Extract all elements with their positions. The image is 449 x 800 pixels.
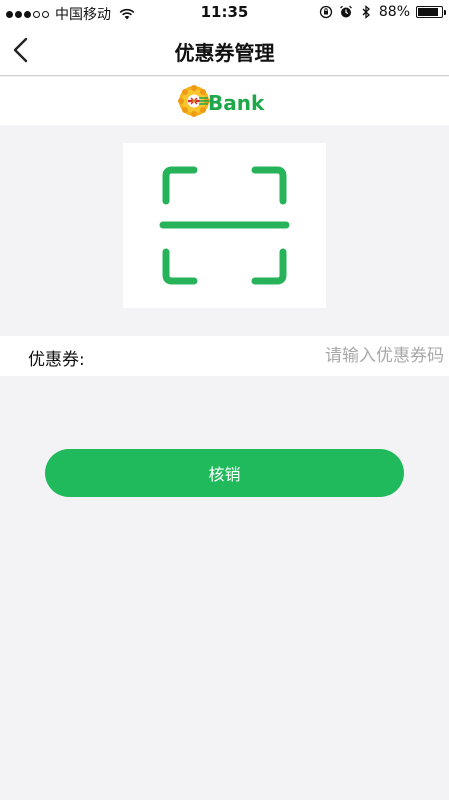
logo-text: Bank (208, 91, 265, 115)
coupon-label: 优惠券: (28, 350, 85, 370)
battery-percent: 88% (378, 4, 410, 20)
battery-icon (416, 6, 446, 18)
logo-banner: Bank (0, 77, 449, 125)
battery-level (418, 8, 439, 16)
coupon-input-row: 优惠券: (0, 336, 449, 376)
navigation-bar: 优惠券管理 (0, 24, 449, 76)
verify-button[interactable]: 核销 (45, 449, 404, 497)
page-title: 优惠券管理 (174, 41, 275, 65)
bluetooth-icon (362, 5, 370, 19)
status-bar: 中国移动 11:35 88% (0, 0, 449, 24)
status-right: 88% (319, 4, 446, 20)
alarm-icon (339, 5, 352, 18)
scan-icon (159, 166, 290, 285)
scan-button[interactable] (123, 143, 326, 308)
bank-logo: Bank (178, 85, 265, 117)
orientation-lock-icon (319, 5, 333, 19)
coupon-code-input[interactable] (110, 336, 446, 376)
